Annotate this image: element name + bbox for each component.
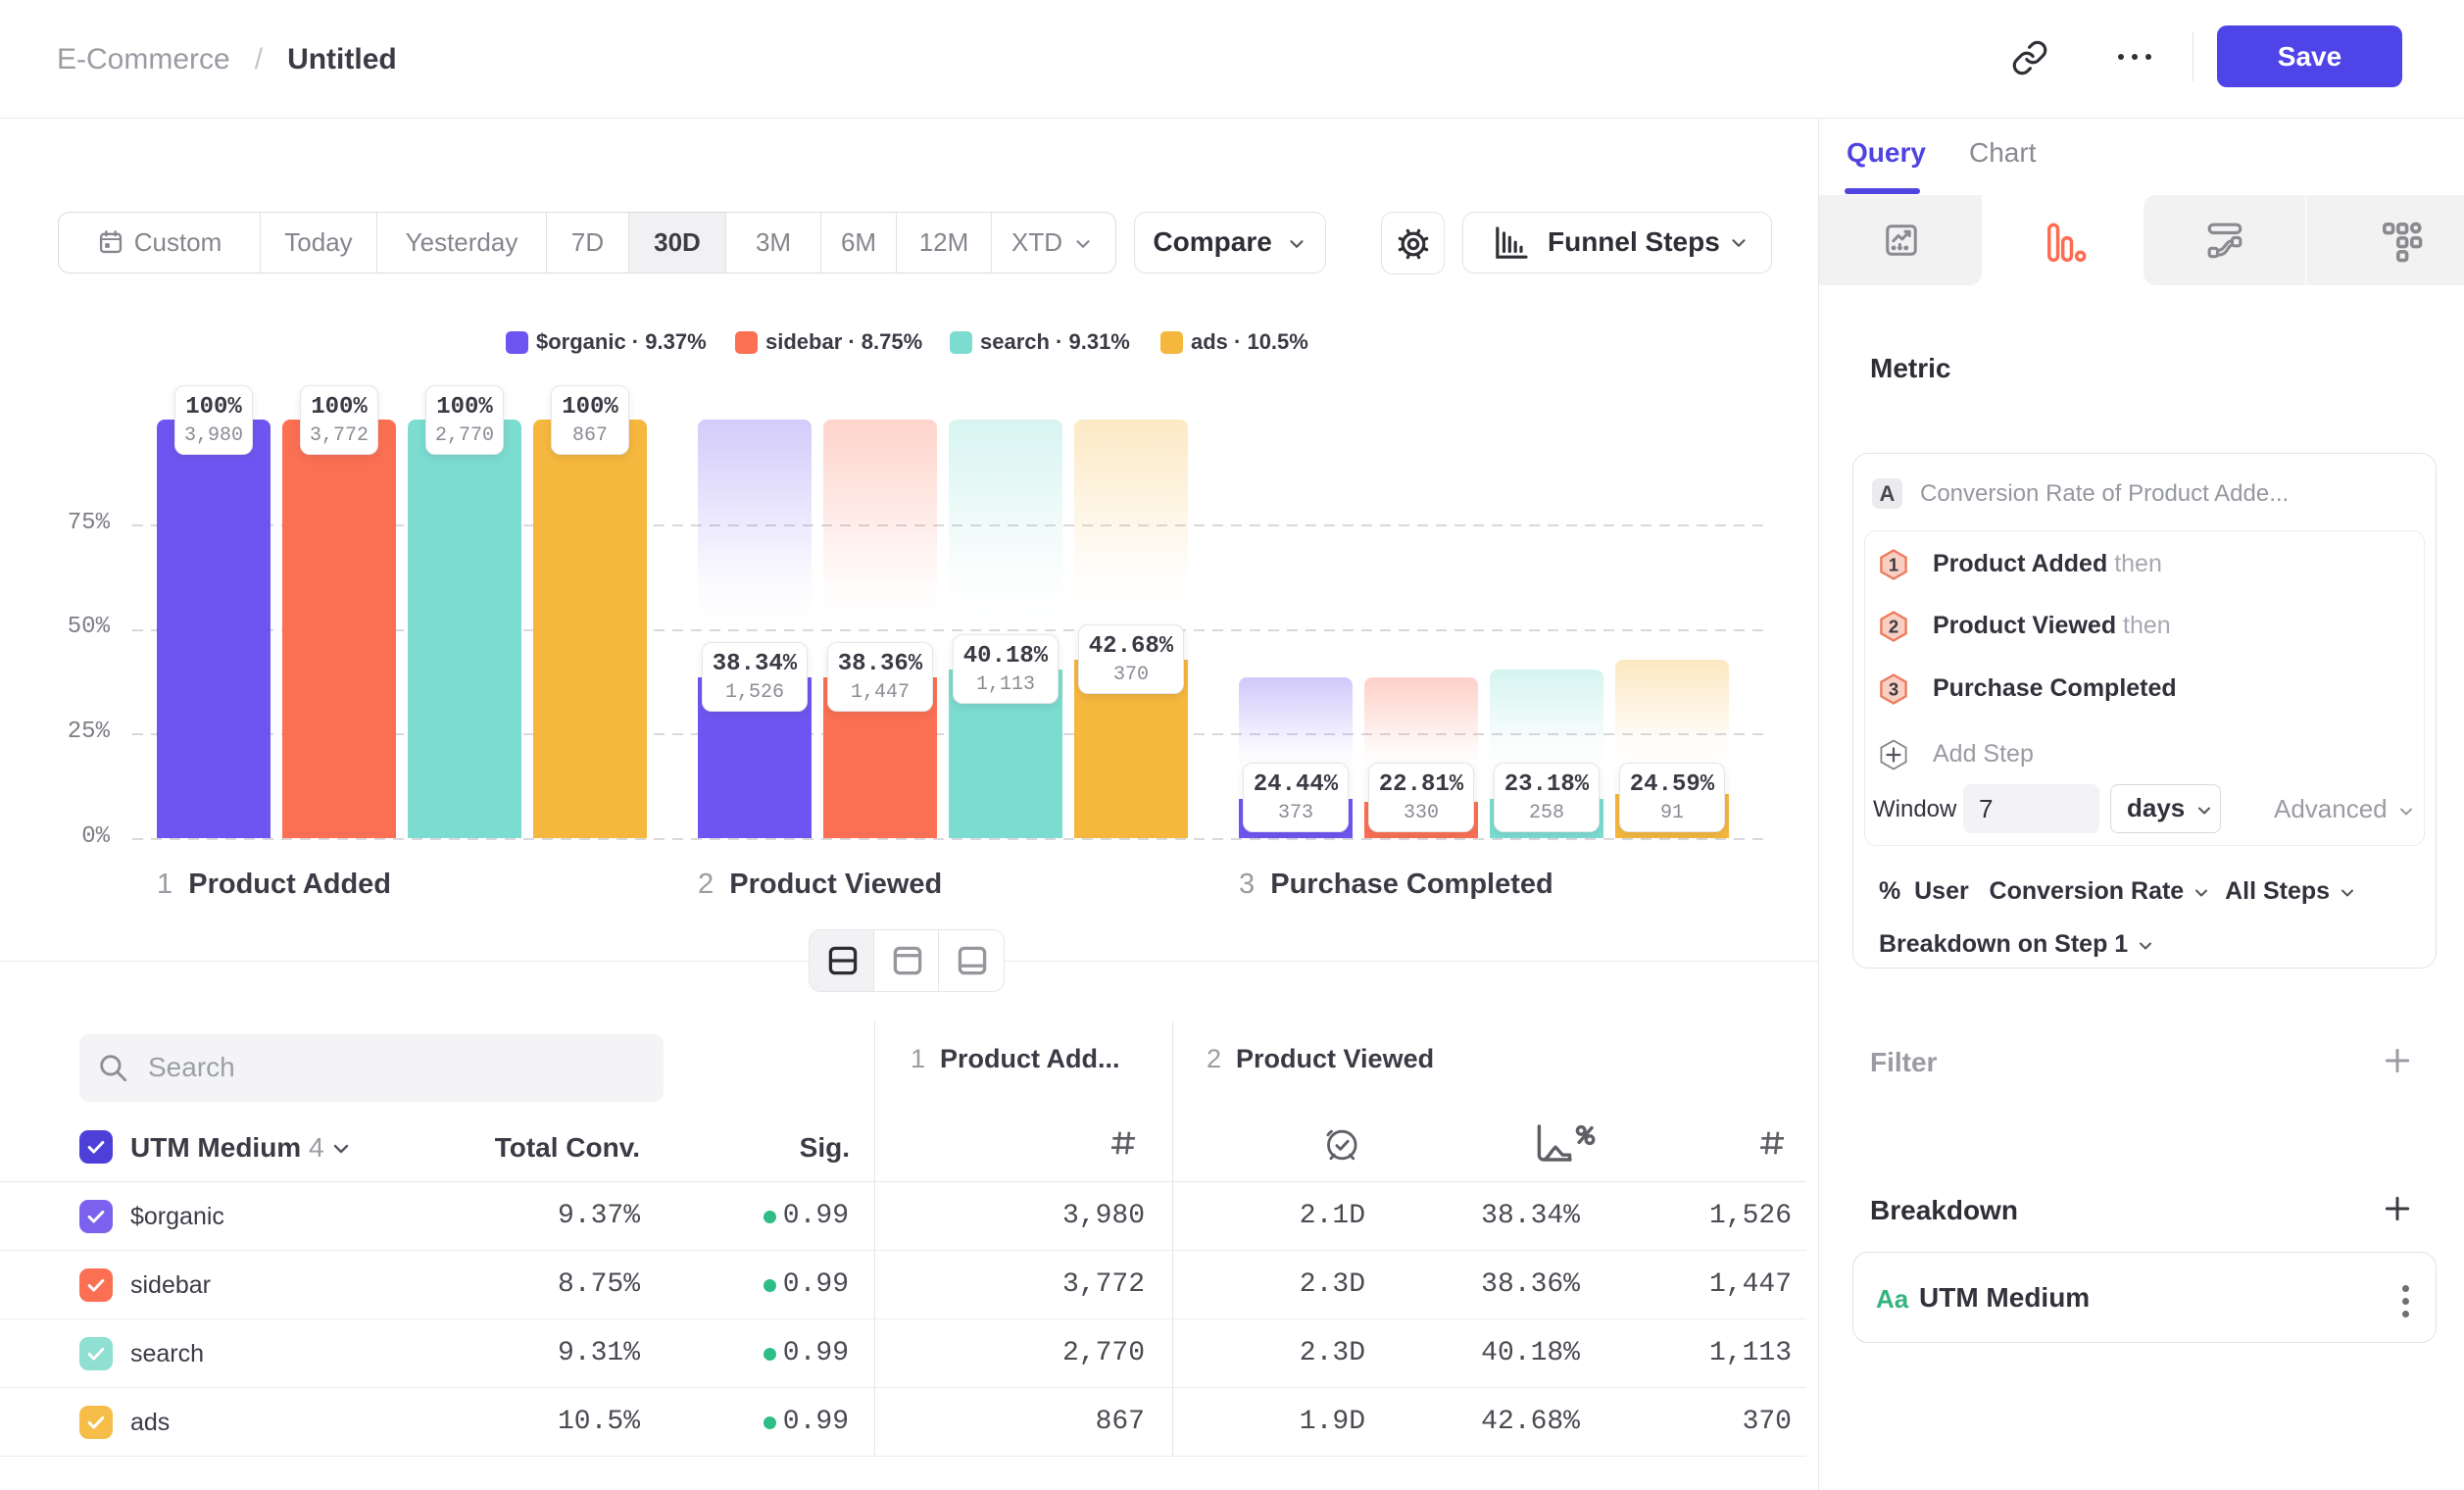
svg-text:2: 2 [1889, 617, 1898, 637]
svg-text:3: 3 [1889, 679, 1898, 700]
svg-text:1: 1 [1889, 555, 1898, 575]
